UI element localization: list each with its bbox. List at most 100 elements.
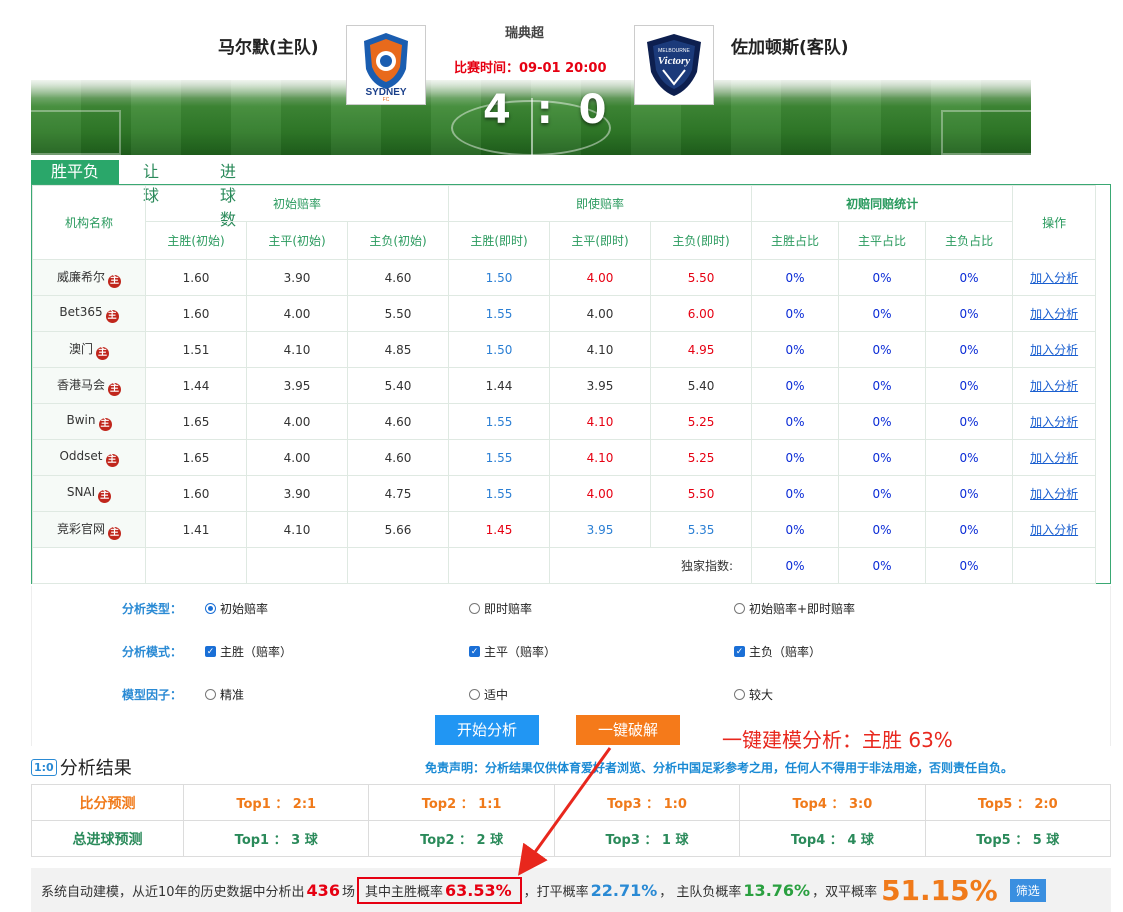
odds-row: Bet365 主 1.60 4.00 5.50 1.55 4.00 6.00 0% 0% 0% 加入分… [32, 295, 1097, 332]
live-odds-cell: 5.25 [650, 439, 753, 476]
ratio-cell: 0% [838, 331, 927, 368]
live-odds-cell: 1.55 [448, 403, 551, 440]
factor-option-large[interactable]: 较大 [734, 686, 773, 703]
add-to-analysis-link[interactable]: 加入分析 [1030, 451, 1078, 465]
score-prediction-row: 比分预测 Top1 ： 2:1 Top2 ： 1:1 Top3 ： 1:0 To… [31, 784, 1112, 821]
double-draw-pct: 51.15% [881, 873, 998, 907]
exclusive-ratio-cell: 0% [751, 547, 840, 584]
bookmaker-name: 威廉希尔主 [32, 259, 146, 296]
disclaimer: 免责声明：分析结果仅供体育爱好者浏览、分析中国足彩参考之用，任何人不得用于非法用… [425, 761, 1014, 775]
add-to-analysis-link[interactable]: 加入分析 [1030, 487, 1078, 501]
add-to-analysis-link[interactable]: 加入分析 [1030, 379, 1078, 393]
tab-handicap[interactable]: 让球 [143, 160, 159, 205]
initial-odds-cell: 4.75 [346, 475, 450, 512]
bookmaker-name: 竞彩官网主 [32, 511, 146, 548]
exclusive-ratio-cell: 0% [838, 547, 927, 584]
live-odds-cell: 4.00 [549, 475, 652, 512]
home-badge-icon: 主 [98, 489, 112, 503]
ratio-cell: 0% [838, 295, 927, 332]
analysis-options [31, 586, 1111, 746]
checkbox-checked-icon[interactable]: ✓ [205, 646, 216, 657]
score-prediction-label: 比分预测 [31, 784, 184, 821]
loss-pct: 13.76% [743, 880, 811, 900]
ratio-cell: 0% [751, 511, 840, 548]
filter-button[interactable]: 筛选 [1009, 878, 1046, 902]
add-to-analysis-link[interactable]: 加入分析 [1030, 271, 1078, 285]
ratio-cell: 0% [838, 475, 927, 512]
mode-option-home-loss[interactable]: ✓ 主负（赔率） [734, 643, 821, 660]
initial-odds-cell: 1.51 [145, 331, 247, 368]
radio-selected-icon[interactable] [205, 603, 216, 614]
score-icon: 1:0 [31, 758, 57, 776]
live-odds-cell: 5.50 [650, 475, 753, 512]
summary-bar: 系统自动建模，从近10年的历史数据中分析出 436 场 其中主胜概率 63.53… [31, 868, 1111, 912]
radio-icon[interactable] [469, 603, 480, 614]
type-option-both[interactable]: 初始赔率+即时赔率 [734, 600, 855, 617]
goals-prediction-label: 总进球预测 [31, 820, 184, 857]
checkbox-checked-icon[interactable]: ✓ [734, 646, 745, 657]
initial-odds-cell: 1.41 [145, 511, 247, 548]
ratio-cell: 0% [925, 439, 1014, 476]
live-odds-cell: 1.45 [448, 511, 551, 548]
live-odds-cell: 5.25 [650, 403, 753, 440]
score-pred-top4: Top4 ： 3:0 [739, 784, 926, 821]
radio-icon[interactable] [734, 603, 745, 614]
ratio-cell: 0% [838, 259, 927, 296]
goals-prediction-row: 总进球预测 Top1 ： 3 球 Top2 ： 2 球 Top3 ： 1 球 T… [31, 820, 1112, 857]
home-badge-icon: 主 [105, 453, 119, 467]
sub-header-8: 主负占比 [925, 221, 1014, 260]
radio-icon[interactable] [205, 689, 216, 700]
live-odds-cell: 1.50 [448, 331, 551, 368]
add-to-analysis-link[interactable]: 加入分析 [1030, 523, 1078, 537]
sub-header-0: 主胜(初始) [145, 221, 247, 260]
initial-odds-cell: 1.65 [145, 403, 247, 440]
tab-win-draw-loss[interactable]: 胜平负 [31, 160, 119, 184]
initial-odds-cell: 4.85 [346, 331, 450, 368]
mode-option-draw[interactable]: ✓ 主平（赔率） [469, 643, 556, 660]
odds-row: 香港马会主 1.44 3.95 5.40 1.44 3.95 5.40 0% 0% 0% 加入分析 [32, 367, 1097, 404]
ratio-cell: 0% [925, 475, 1014, 512]
radio-icon[interactable] [469, 689, 480, 700]
tab-goals[interactable]: 进球数 [220, 160, 236, 229]
ratio-cell: 0% [925, 367, 1014, 404]
add-to-analysis-link[interactable]: 加入分析 [1030, 343, 1078, 357]
ratio-cell: 0% [751, 331, 840, 368]
sub-header-4: 主平(即时) [549, 221, 652, 260]
score-pred-top1: Top1 ： 2:1 [182, 784, 370, 821]
odds-table-panel: 机构名称 初始赔率 即使赔率 初赔同赔统计 操作 主胜(初始) 主平(初始) 主负(… [31, 184, 1111, 584]
home-badge-icon: 主 [108, 382, 121, 396]
results-title: 1:0 分析结果 [31, 754, 132, 780]
factor-option-precise[interactable]: 精准 [205, 686, 244, 703]
type-option-live[interactable]: 即时赔率 [469, 600, 532, 617]
initial-odds-cell: 4.60 [346, 439, 450, 476]
match-header: 马尔默(主队) 佐加顿斯(客队) SYDNEY FC MELBOURNE Vic… [31, 0, 1031, 156]
initial-odds-cell: 1.60 [145, 259, 247, 296]
one-click-crack-button[interactable]: 一键破解 [576, 715, 680, 745]
add-to-analysis-link[interactable]: 加入分析 [1030, 415, 1078, 429]
live-odds-cell: 3.95 [549, 511, 652, 548]
away-team-logo: MELBOURNE Victory [634, 25, 714, 105]
live-odds-cell: 1.55 [448, 295, 551, 332]
odds-table: 机构名称 初始赔率 即使赔率 初赔同赔统计 操作 主胜(初始) 主平(初始) 主负(… [32, 185, 1097, 584]
match-time: 比赛时间：09-01 20:00 [454, 61, 607, 76]
initial-odds-cell: 3.90 [246, 475, 348, 512]
live-odds-cell: 4.00 [549, 259, 652, 296]
annotation-text: 一键建模分析：主胜 63% [722, 728, 953, 752]
odds-row: Bwin 主 1.65 4.00 4.60 1.55 4.10 5.25 0% 0% 0% 加入分析 [32, 403, 1097, 440]
initial-odds-cell: 3.95 [246, 367, 348, 404]
sub-header-7: 主平占比 [838, 221, 927, 260]
ratio-cell: 0% [925, 511, 1014, 548]
home-badge-icon: 主 [108, 526, 121, 540]
initial-odds-cell: 4.60 [346, 259, 450, 296]
ratio-cell: 0% [838, 403, 927, 440]
start-analysis-button[interactable]: 开始分析 [435, 715, 539, 745]
add-to-analysis-link[interactable]: 加入分析 [1030, 307, 1078, 321]
factor-option-medium[interactable]: 适中 [469, 686, 508, 703]
sub-header-5: 主负(即时) [650, 221, 753, 260]
checkbox-checked-icon[interactable]: ✓ [469, 646, 480, 657]
radio-icon[interactable] [734, 689, 745, 700]
initial-odds-cell: 4.00 [246, 439, 348, 476]
mode-option-home-win[interactable]: ✓ 主胜（赔率） [205, 643, 292, 660]
live-odds-cell: 1.44 [448, 367, 551, 404]
type-option-initial[interactable]: 初始赔率 [205, 600, 268, 617]
